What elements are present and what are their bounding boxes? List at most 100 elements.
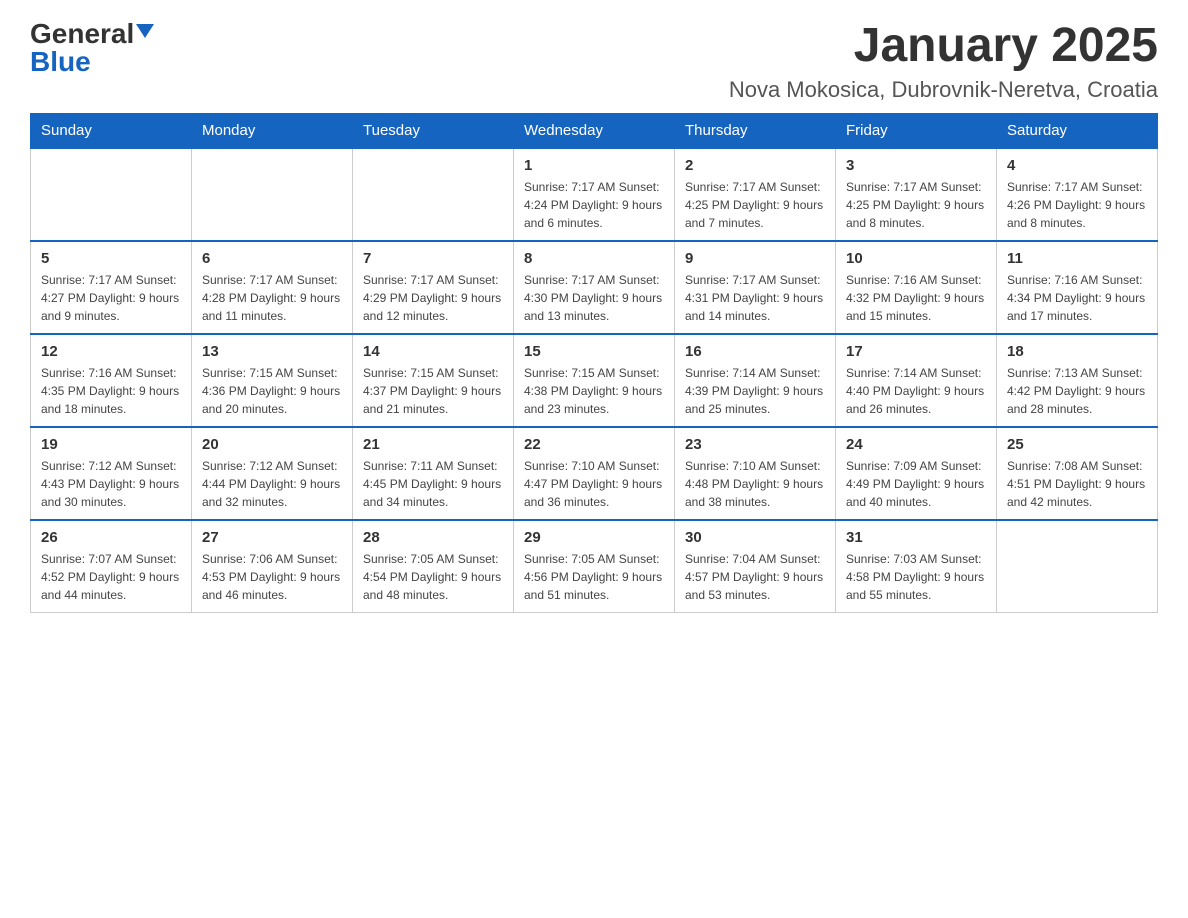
calendar-week-row: 1 Sunrise: 7:17 AM Sunset: 4:24 PM Daylig… (31, 148, 1158, 241)
day-info: Sunrise: 7:04 AM Sunset: 4:57 PM Dayligh… (685, 550, 825, 604)
day-number: 30 (685, 529, 825, 546)
day-number: 13 (202, 343, 342, 360)
day-number: 6 (202, 250, 342, 267)
calendar-header: SundayMondayTuesdayWednesdayThursdayFrid… (31, 113, 1158, 148)
day-info: Sunrise: 7:17 AM Sunset: 4:26 PM Dayligh… (1007, 178, 1147, 232)
day-info: Sunrise: 7:10 AM Sunset: 4:47 PM Dayligh… (524, 457, 664, 511)
calendar-day-cell: 6Sunrise: 7:17 AM Sunset: 4:28 PM Daylig… (192, 241, 353, 334)
calendar-day-cell: 4 Sunrise: 7:17 AM Sunset: 4:26 PM Daylig… (997, 148, 1158, 241)
day-of-week-header: Monday (192, 113, 353, 148)
day-number: 12 (41, 343, 181, 360)
day-info: Sunrise: 7:10 AM Sunset: 4:48 PM Dayligh… (685, 457, 825, 511)
day-of-week-header: Wednesday (514, 113, 675, 148)
calendar-day-cell: 17Sunrise: 7:14 AM Sunset: 4:40 PM Dayli… (836, 334, 997, 427)
day-of-week-header: Friday (836, 113, 997, 148)
calendar-day-cell: 23 Sunrise: 7:10 AM Sunset: 4:48 PM Dayli… (675, 427, 836, 520)
day-info: Sunrise: 7:17 AM Sunset: 4:25 PM Dayligh… (685, 178, 825, 232)
calendar-day-cell: 16 Sunrise: 7:14 AM Sunset: 4:39 PM Dayli… (675, 334, 836, 427)
calendar-day-cell: 24 Sunrise: 7:09 AM Sunset: 4:49 PM Dayli… (836, 427, 997, 520)
calendar-day-cell: 3 Sunrise: 7:17 AM Sunset: 4:25 PM Daylig… (836, 148, 997, 241)
logo-triangle-icon (136, 24, 154, 38)
day-info: Sunrise: 7:09 AM Sunset: 4:49 PM Dayligh… (846, 457, 986, 511)
day-number: 29 (524, 529, 664, 546)
day-info: Sunrise: 7:16 AM Sunset: 4:35 PM Dayligh… (41, 364, 181, 418)
day-info: Sunrise: 7:08 AM Sunset: 4:51 PM Dayligh… (1007, 457, 1147, 511)
calendar-day-cell: 13 Sunrise: 7:15 AM Sunset: 4:36 PM Dayli… (192, 334, 353, 427)
day-number: 25 (1007, 436, 1147, 453)
calendar-day-cell: 2 Sunrise: 7:17 AM Sunset: 4:25 PM Daylig… (675, 148, 836, 241)
day-number: 4 (1007, 157, 1147, 174)
day-number: 2 (685, 157, 825, 174)
calendar-title: January 2025 (729, 20, 1158, 73)
calendar-day-cell: 28 Sunrise: 7:05 AM Sunset: 4:54 PM Dayli… (353, 520, 514, 613)
day-number: 19 (41, 436, 181, 453)
day-of-week-header: Saturday (997, 113, 1158, 148)
day-info: Sunrise: 7:17 AM Sunset: 4:30 PM Dayligh… (524, 271, 664, 325)
day-number: 21 (363, 436, 503, 453)
day-info: Sunrise: 7:16 AM Sunset: 4:34 PM Dayligh… (1007, 271, 1147, 325)
calendar-day-cell: 7Sunrise: 7:17 AM Sunset: 4:29 PM Daylig… (353, 241, 514, 334)
day-info: Sunrise: 7:12 AM Sunset: 4:43 PM Dayligh… (41, 457, 181, 511)
calendar-day-cell: 30 Sunrise: 7:04 AM Sunset: 4:57 PM Dayli… (675, 520, 836, 613)
day-number: 10 (846, 250, 986, 267)
day-info: Sunrise: 7:15 AM Sunset: 4:38 PM Dayligh… (524, 364, 664, 418)
day-number: 27 (202, 529, 342, 546)
calendar-week-row: 12 Sunrise: 7:16 AM Sunset: 4:35 PM Dayli… (31, 334, 1158, 427)
day-info: Sunrise: 7:15 AM Sunset: 4:36 PM Dayligh… (202, 364, 342, 418)
calendar-week-row: 19 Sunrise: 7:12 AM Sunset: 4:43 PM Dayli… (31, 427, 1158, 520)
page-header: General Blue January 2025 Nova Mokosica,… (30, 20, 1158, 103)
calendar-body: 1 Sunrise: 7:17 AM Sunset: 4:24 PM Daylig… (31, 148, 1158, 613)
day-number: 16 (685, 343, 825, 360)
day-info: Sunrise: 7:05 AM Sunset: 4:54 PM Dayligh… (363, 550, 503, 604)
day-of-week-header: Thursday (675, 113, 836, 148)
calendar-day-cell: 29Sunrise: 7:05 AM Sunset: 4:56 PM Dayli… (514, 520, 675, 613)
day-number: 1 (524, 157, 664, 174)
day-info: Sunrise: 7:17 AM Sunset: 4:24 PM Dayligh… (524, 178, 664, 232)
days-of-week-row: SundayMondayTuesdayWednesdayThursdayFrid… (31, 113, 1158, 148)
calendar-day-cell: 26Sunrise: 7:07 AM Sunset: 4:52 PM Dayli… (31, 520, 192, 613)
calendar-day-cell: 15Sunrise: 7:15 AM Sunset: 4:38 PM Dayli… (514, 334, 675, 427)
day-number: 7 (363, 250, 503, 267)
calendar-day-cell: 27 Sunrise: 7:06 AM Sunset: 4:53 PM Dayli… (192, 520, 353, 613)
calendar-day-cell: 11 Sunrise: 7:16 AM Sunset: 4:34 PM Dayli… (997, 241, 1158, 334)
day-number: 5 (41, 250, 181, 267)
day-info: Sunrise: 7:17 AM Sunset: 4:31 PM Dayligh… (685, 271, 825, 325)
day-number: 11 (1007, 250, 1147, 267)
calendar-week-row: 5 Sunrise: 7:17 AM Sunset: 4:27 PM Daylig… (31, 241, 1158, 334)
day-of-week-header: Sunday (31, 113, 192, 148)
calendar-day-cell (31, 148, 192, 241)
day-info: Sunrise: 7:16 AM Sunset: 4:32 PM Dayligh… (846, 271, 986, 325)
calendar-day-cell (353, 148, 514, 241)
day-info: Sunrise: 7:11 AM Sunset: 4:45 PM Dayligh… (363, 457, 503, 511)
day-number: 18 (1007, 343, 1147, 360)
calendar-day-cell: 8Sunrise: 7:17 AM Sunset: 4:30 PM Daylig… (514, 241, 675, 334)
calendar-day-cell: 5 Sunrise: 7:17 AM Sunset: 4:27 PM Daylig… (31, 241, 192, 334)
day-info: Sunrise: 7:14 AM Sunset: 4:39 PM Dayligh… (685, 364, 825, 418)
day-number: 28 (363, 529, 503, 546)
day-info: Sunrise: 7:17 AM Sunset: 4:27 PM Dayligh… (41, 271, 181, 325)
calendar-day-cell: 1 Sunrise: 7:17 AM Sunset: 4:24 PM Daylig… (514, 148, 675, 241)
calendar-day-cell: 21 Sunrise: 7:11 AM Sunset: 4:45 PM Dayli… (353, 427, 514, 520)
day-info: Sunrise: 7:12 AM Sunset: 4:44 PM Dayligh… (202, 457, 342, 511)
calendar-week-row: 26Sunrise: 7:07 AM Sunset: 4:52 PM Dayli… (31, 520, 1158, 613)
day-info: Sunrise: 7:06 AM Sunset: 4:53 PM Dayligh… (202, 550, 342, 604)
calendar-day-cell: 25 Sunrise: 7:08 AM Sunset: 4:51 PM Dayli… (997, 427, 1158, 520)
day-number: 3 (846, 157, 986, 174)
calendar-day-cell: 31Sunrise: 7:03 AM Sunset: 4:58 PM Dayli… (836, 520, 997, 613)
day-of-week-header: Tuesday (353, 113, 514, 148)
day-info: Sunrise: 7:13 AM Sunset: 4:42 PM Dayligh… (1007, 364, 1147, 418)
calendar-day-cell: 19 Sunrise: 7:12 AM Sunset: 4:43 PM Dayli… (31, 427, 192, 520)
logo-general: General (30, 20, 134, 48)
day-number: 23 (685, 436, 825, 453)
calendar-day-cell: 14 Sunrise: 7:15 AM Sunset: 4:37 PM Dayli… (353, 334, 514, 427)
day-info: Sunrise: 7:17 AM Sunset: 4:25 PM Dayligh… (846, 178, 986, 232)
day-number: 14 (363, 343, 503, 360)
day-number: 24 (846, 436, 986, 453)
day-number: 20 (202, 436, 342, 453)
day-info: Sunrise: 7:15 AM Sunset: 4:37 PM Dayligh… (363, 364, 503, 418)
calendar-day-cell: 12 Sunrise: 7:16 AM Sunset: 4:35 PM Dayli… (31, 334, 192, 427)
logo-blue: Blue (30, 48, 91, 76)
calendar-day-cell: 9Sunrise: 7:17 AM Sunset: 4:31 PM Daylig… (675, 241, 836, 334)
calendar-table: SundayMondayTuesdayWednesdayThursdayFrid… (30, 113, 1158, 613)
day-number: 31 (846, 529, 986, 546)
